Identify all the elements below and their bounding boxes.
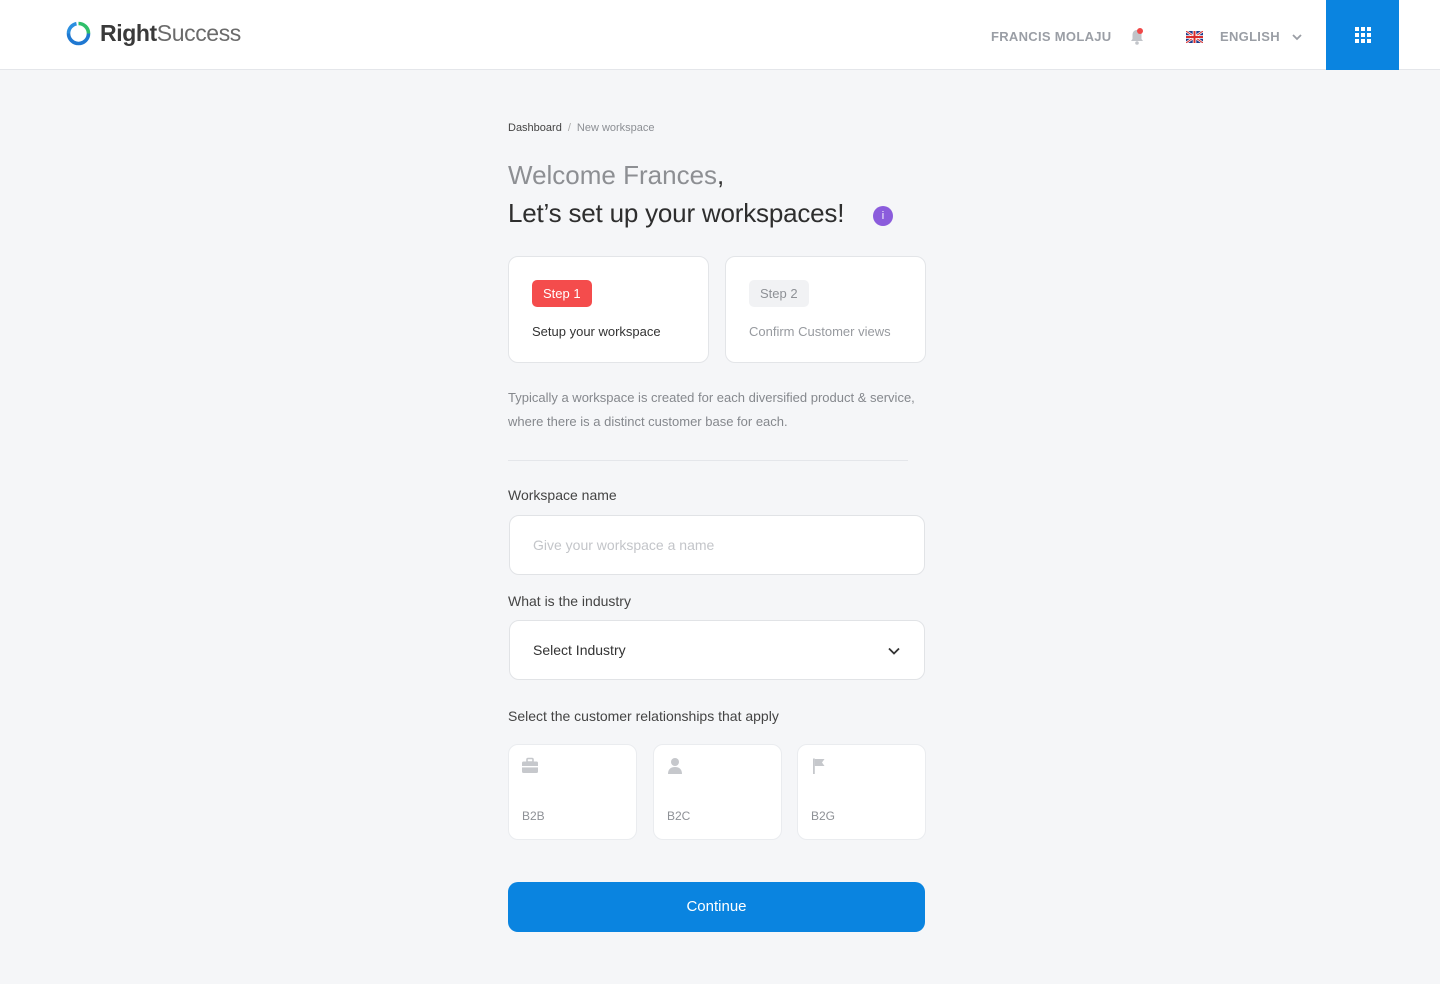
step-badge: Step 2 [749, 280, 809, 307]
top-bar: RightSuccess FRANCIS MOLAJU ENGLISH [0, 0, 1440, 70]
step-title: Confirm Customer views [749, 324, 891, 339]
step-title: Setup your workspace [532, 324, 661, 339]
briefcase-icon [522, 757, 538, 773]
grid-icon [1354, 27, 1371, 43]
industry-select[interactable]: Select Industry [509, 620, 925, 680]
breadcrumb-dashboard[interactable]: Dashboard [508, 122, 562, 134]
chevron-down-icon [1292, 33, 1302, 40]
logo-text: RightSuccess [100, 20, 241, 46]
relationship-option-b2g[interactable]: B2G [797, 744, 926, 840]
breadcrumb-current: New workspace [576, 122, 655, 134]
info-icon[interactable]: i [873, 206, 893, 226]
relationship-label: B2C [667, 809, 691, 823]
welcome-heading: Welcome Frances, [508, 160, 725, 190]
page-title: Let’s set up your workspaces! [508, 198, 845, 228]
divider [508, 460, 908, 461]
relationship-option-b2c[interactable]: B2C [653, 744, 782, 840]
language-label: ENGLISH [1220, 29, 1280, 44]
relationship-option-b2b[interactable]: B2B [508, 744, 637, 840]
uk-flag-icon [1186, 30, 1203, 43]
breadcrumb: Dashboard / New workspace [508, 122, 655, 134]
industry-select-value: Select Industry [533, 642, 626, 658]
notification-dot [1137, 28, 1143, 34]
ring-logo-icon [66, 21, 91, 46]
workspace-description: Typically a workspace is created for eac… [508, 390, 915, 429]
relationship-label: B2G [811, 809, 836, 823]
relationships-label: Select the customer relationships that a… [508, 708, 779, 724]
language-selector[interactable]: ENGLISH [1186, 29, 1303, 44]
step-card-1[interactable]: Step 1 Setup your workspace [508, 256, 709, 363]
relationship-label: B2B [522, 809, 545, 823]
industry-label: What is the industry [508, 593, 631, 609]
step-badge: Step 1 [532, 280, 592, 307]
apps-menu-button[interactable] [1326, 0, 1399, 70]
chevron-down-icon [888, 647, 900, 655]
user-name[interactable]: FRANCIS MOLAJU [991, 29, 1111, 44]
breadcrumb-separator: / [567, 122, 571, 134]
workspace-name-label: Workspace name [508, 487, 617, 503]
step-card-2[interactable]: Step 2 Confirm Customer views [725, 256, 926, 363]
workspace-name-input[interactable] [509, 515, 925, 575]
person-icon [668, 758, 682, 774]
continue-button[interactable]: Continue [508, 882, 925, 932]
logo[interactable]: RightSuccess [66, 20, 241, 47]
flag-icon [813, 758, 825, 774]
